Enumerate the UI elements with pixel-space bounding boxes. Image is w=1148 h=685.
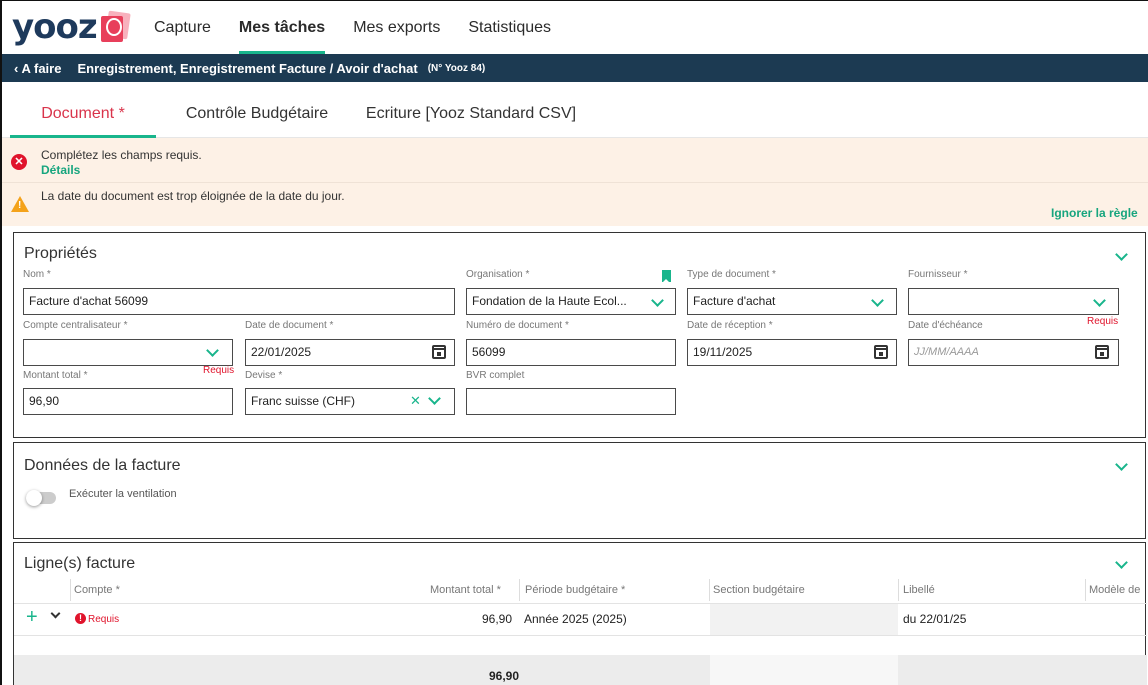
devise-label: Devise * <box>245 370 283 381</box>
properties-title: Propriétés <box>24 245 97 262</box>
montant-total-label: Montant total * <box>23 370 88 381</box>
compte-requis: Requis <box>203 365 235 376</box>
chevron-down-icon[interactable] <box>1115 556 1128 569</box>
error-icon: ✕ <box>11 154 27 170</box>
col-periode-budgetaire[interactable]: Période budgétaire * <box>525 584 625 596</box>
menu-statistiques[interactable]: Statistiques <box>468 1 551 54</box>
chevron-down-icon[interactable] <box>1115 248 1128 261</box>
tab-document[interactable]: Document * <box>10 82 156 138</box>
invoice-lines-title: Ligne(s) facture <box>24 555 136 572</box>
chevron-left-icon: ‹ <box>14 60 19 76</box>
organisation-select[interactable]: Fondation de la Haute Ecol... <box>466 288 676 315</box>
col-montant-total[interactable]: Montant total * <box>430 584 501 596</box>
bvr-label: BVR complet <box>466 370 525 381</box>
expand-row-icon[interactable] <box>50 608 61 619</box>
compte-centralisateur-select[interactable] <box>23 339 233 366</box>
type-document-select[interactable]: Facture d'achat <box>687 288 897 315</box>
back-label: A faire <box>21 60 62 76</box>
organisation-label: Organisation * <box>466 269 530 280</box>
date-document-label: Date de document * <box>245 320 334 331</box>
menu-mes-taches[interactable]: Mes tâches <box>238 1 326 54</box>
document-tabs: Document * Contrôle Budgétaire Ecriture … <box>2 82 1148 138</box>
calendar-icon[interactable] <box>874 345 888 359</box>
devise-value: Franc suisse (CHF) <box>251 394 356 408</box>
col-compte[interactable]: Compte * <box>74 584 120 596</box>
error-alert: ✕ Complétez les champs requis. Détails <box>2 138 1148 183</box>
type-document-label: Type de document * <box>687 269 776 280</box>
date-document-field[interactable]: 22/01/2025 <box>245 339 455 366</box>
details-link[interactable]: Détails <box>41 163 80 177</box>
invoice-data-title: Données de la facture <box>24 457 181 474</box>
row-libelle[interactable]: du 22/01/25 <box>903 612 966 626</box>
tab-controle-budgetaire[interactable]: Contrôle Budgétaire <box>162 82 352 138</box>
warning-text: La date du document est trop éloignée de… <box>41 189 345 203</box>
date-echeance-placeholder: JJ/MM/AAAA <box>914 346 979 358</box>
requis-alert-icon: ! <box>75 613 86 624</box>
date-reception-label: Date de réception * <box>687 320 773 331</box>
organisation-value: Fondation de la Haute Ecol... <box>472 294 627 308</box>
compte-requis-text[interactable]: Requis <box>88 614 119 625</box>
date-document-value: 22/01/2025 <box>251 345 312 359</box>
date-reception-field[interactable]: 19/11/2025 <box>687 339 897 366</box>
row-montant[interactable]: 96,90 <box>482 612 512 626</box>
breadcrumb: ‹ A faire Enregistrement, Enregistrement… <box>2 54 1148 82</box>
alerts-panel: ✕ Complétez les champs requis. Détails !… <box>2 138 1148 226</box>
back-link[interactable]: ‹ A faire <box>14 61 61 76</box>
ventilation-label: Exécuter la ventilation <box>69 488 177 500</box>
tab-ecriture[interactable]: Ecriture [Yooz Standard CSV] <box>358 82 584 138</box>
bvr-field[interactable] <box>466 388 676 415</box>
fournisseur-select[interactable] <box>908 288 1119 315</box>
warning-icon: ! <box>11 196 29 212</box>
montant-total-field[interactable]: 96,90 <box>23 388 233 415</box>
top-navigation: yooz Capture Mes tâches Mes exports Stat… <box>2 1 1148 54</box>
numero-document-label: Numéro de document * <box>466 320 569 331</box>
compte-centralisateur-label: Compte centralisateur * <box>23 320 128 331</box>
numero-document-field[interactable]: 56099 <box>466 339 676 366</box>
add-line-icon[interactable]: + <box>26 607 38 627</box>
col-section-budgetaire[interactable]: Section budgétaire <box>713 584 805 596</box>
date-echeance-label: Date d'échéance <box>908 320 983 331</box>
clear-icon[interactable]: ✕ <box>410 393 421 409</box>
nom-label: Nom * <box>23 269 51 280</box>
col-libelle[interactable]: Libellé <box>903 584 935 596</box>
app-window: yooz Capture Mes tâches Mes exports Stat… <box>0 0 1148 685</box>
logo-text: yooz <box>12 7 98 47</box>
invoice-lines-section: Ligne(s) facture Compte * Montant total … <box>13 542 1147 685</box>
ignore-rule-link[interactable]: Ignorer la règle <box>1051 206 1138 220</box>
type-document-value: Facture d'achat <box>693 294 776 308</box>
breadcrumb-title: Enregistrement, Enregistrement Facture /… <box>77 60 418 76</box>
col-modele[interactable]: Modèle de <box>1089 584 1140 596</box>
total-row: 96,90 <box>14 655 1147 685</box>
invoice-data-section: Données de la facture Exécuter la ventil… <box>13 442 1146 539</box>
row-periode[interactable]: Année 2025 (2025) <box>524 612 627 626</box>
chevron-down-icon[interactable] <box>1115 458 1128 471</box>
date-reception-value: 19/11/2025 <box>693 345 753 359</box>
properties-section: Propriétés Nom * Facture d'achat 56099 O… <box>13 232 1146 438</box>
error-text: Complétez les champs requis. <box>41 148 202 162</box>
menu-capture[interactable]: Capture <box>154 1 211 54</box>
nom-field[interactable]: Facture d'achat 56099 <box>23 288 455 315</box>
yooz-logo[interactable]: yooz <box>12 7 131 47</box>
fournisseur-label: Fournisseur * <box>908 269 968 280</box>
logo-mark-icon <box>100 10 131 44</box>
calendar-icon[interactable] <box>432 345 446 359</box>
breadcrumb-doc-number: (N° Yooz 84) <box>427 62 486 74</box>
calendar-icon[interactable] <box>1095 345 1109 359</box>
bookmark-icon[interactable] <box>662 270 671 283</box>
total-amount: 96,90 <box>489 669 520 683</box>
devise-select[interactable]: Franc suisse (CHF) <box>245 388 455 415</box>
menu-mes-exports[interactable]: Mes exports <box>353 1 440 54</box>
ventilation-toggle[interactable] <box>26 490 56 506</box>
main-menu: Capture Mes tâches Mes exports Statistiq… <box>154 1 579 54</box>
fournisseur-requis: Requis <box>1087 316 1119 327</box>
date-echeance-field[interactable]: JJ/MM/AAAA <box>908 339 1119 366</box>
row-section[interactable] <box>710 604 898 635</box>
